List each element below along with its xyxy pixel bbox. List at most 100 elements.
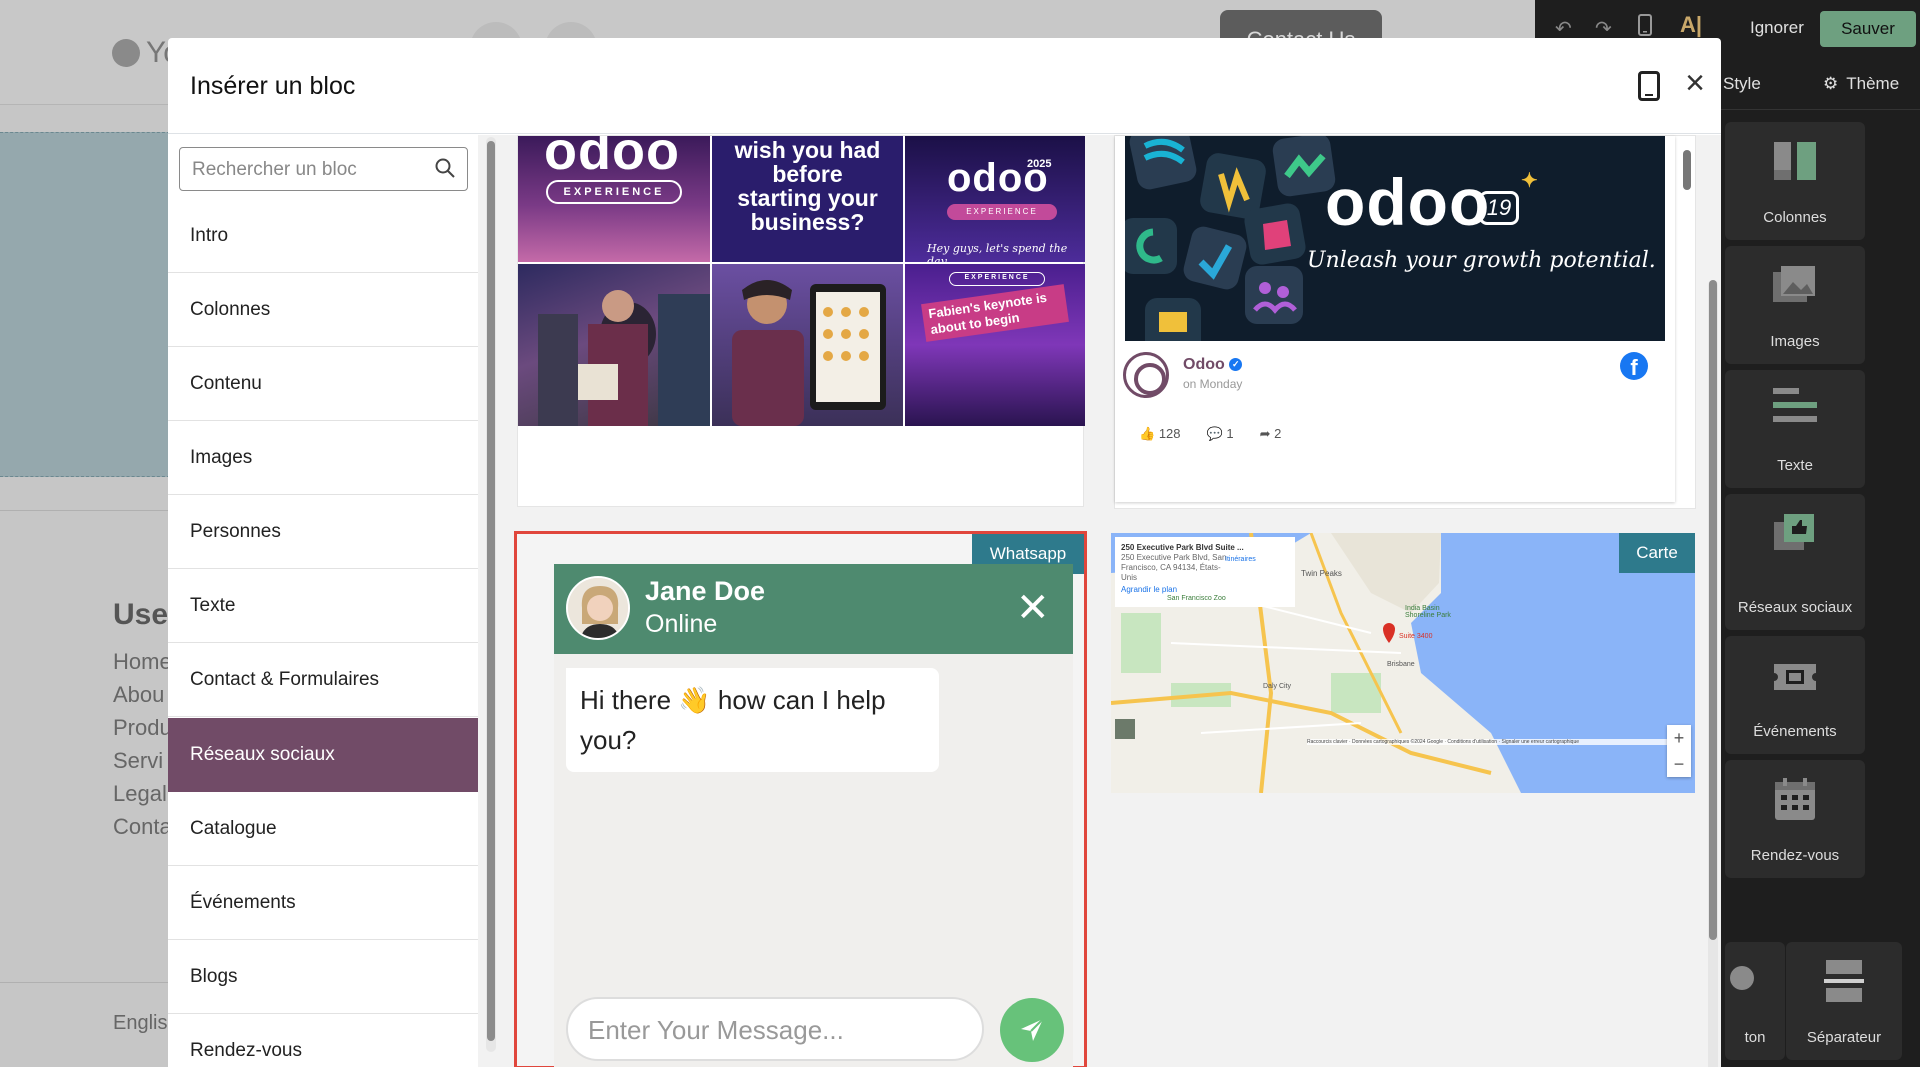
gear-icon: ⚙ xyxy=(1823,74,1839,93)
social-icon xyxy=(1774,512,1816,558)
website-divider xyxy=(0,510,170,511)
post-stats: 👍 128 💬 1 ➦ 2 xyxy=(1139,426,1282,441)
facebook-icon: f xyxy=(1620,352,1648,380)
instagram-photo xyxy=(518,264,710,426)
block-separateur[interactable]: Séparateur xyxy=(1786,942,1902,1060)
experience-badge: EXPERIENCE xyxy=(949,272,1045,286)
send-button[interactable] xyxy=(1000,998,1064,1062)
logo-mark-icon xyxy=(112,39,140,67)
modal-header: Insérer un bloc × xyxy=(168,38,1721,134)
like-icon: 👍 xyxy=(1139,426,1156,441)
instagram-tile: odoo EXPERIENCE xyxy=(518,136,710,262)
odoo-logo: odoo xyxy=(544,136,680,181)
close-icon[interactable]: × xyxy=(1678,66,1712,102)
category-evenements[interactable]: Événements xyxy=(168,866,478,940)
facebook-snippet-preview[interactable]: odoo 19 ✦ Unleash your growth potential.… xyxy=(1114,135,1696,509)
category-catalogue[interactable]: Catalogue xyxy=(168,792,478,866)
scrollbar-thumb[interactable] xyxy=(1683,150,1691,190)
sidebar-scrollbar[interactable] xyxy=(486,137,496,1052)
block-rendez-vous[interactable]: Rendez-vous xyxy=(1725,760,1865,878)
map-label: Carte xyxy=(1619,533,1695,573)
banner-tagline: Unleash your growth potential. xyxy=(1307,248,1656,273)
map-snippet-preview[interactable]: 250 Executive Park Blvd Suite ... 250 Ex… xyxy=(1111,533,1695,793)
version-badge: 19 xyxy=(1479,191,1519,225)
footer-link: Servi xyxy=(113,748,164,773)
ignore-button[interactable]: Ignorer xyxy=(1750,18,1804,38)
share-icon: ➦ xyxy=(1259,426,1271,441)
tab-style[interactable]: Style xyxy=(1723,74,1761,94)
language-selector: Englis xyxy=(113,1012,168,1034)
search-input[interactable] xyxy=(192,158,432,182)
category-colonnes[interactable]: Colonnes xyxy=(168,273,478,347)
zoom-out-button[interactable]: − xyxy=(1667,751,1691,777)
enlarge-map-link[interactable]: Agrandir le plan xyxy=(1121,585,1289,595)
mobile-view-icon[interactable] xyxy=(1638,71,1660,101)
ai-icon[interactable]: A| xyxy=(1680,12,1702,38)
website-hero xyxy=(0,132,170,477)
odoo-avatar xyxy=(1123,352,1169,398)
chat-header: Jane Doe Online ✕ xyxy=(554,564,1073,654)
verified-icon: ✓ xyxy=(1229,358,1243,372)
instagram-photo xyxy=(712,264,903,426)
experience-badge: EXPERIENCE xyxy=(947,204,1057,220)
category-contact-formulaires[interactable]: Contact & Formulaires xyxy=(168,643,478,717)
category-intro[interactable]: Intro xyxy=(168,199,478,273)
ticket-icon xyxy=(1774,664,1816,694)
save-button[interactable]: Sauver xyxy=(1820,11,1916,47)
footer-links: Home Abou Produ Servi Legal Conta xyxy=(113,645,172,843)
calendar-icon xyxy=(1775,778,1815,824)
zoom-in-button[interactable]: + xyxy=(1667,725,1691,751)
footer-link: Abou xyxy=(113,682,165,707)
separator-icon xyxy=(1824,960,1864,1006)
category-reseaux-sociaux[interactable]: Réseaux sociaux xyxy=(168,718,478,792)
category-images[interactable]: Images xyxy=(168,421,478,495)
message-field xyxy=(566,997,984,1061)
columns-icon xyxy=(1774,140,1816,186)
experience-badge: EXPERIENCE xyxy=(546,180,682,204)
message-input[interactable] xyxy=(588,1015,968,1045)
chat-message: Hi there 👋 how can I help you? xyxy=(566,668,939,772)
category-contenu[interactable]: Contenu xyxy=(168,347,478,421)
category-texte[interactable]: Texte xyxy=(168,569,478,643)
block-reseaux-sociaux[interactable]: Réseaux sociaux xyxy=(1725,494,1865,630)
directions-link[interactable]: Itinéraires xyxy=(1225,555,1256,565)
category-personnes[interactable]: Personnes xyxy=(168,495,478,569)
odoo-logo: odoo xyxy=(1325,165,1491,239)
facebook-scrollbar[interactable] xyxy=(1682,140,1692,494)
scrollbar-thumb[interactable] xyxy=(487,141,495,1041)
block-texte[interactable]: Texte xyxy=(1725,370,1865,488)
preview-scrollbar[interactable] xyxy=(1708,280,1718,1067)
block-bouton[interactable]: ton xyxy=(1725,942,1785,1060)
zoom-controls[interactable]: + − xyxy=(1667,725,1691,777)
category-blogs[interactable]: Blogs xyxy=(168,940,478,1014)
close-icon[interactable]: ✕ xyxy=(1016,588,1050,628)
contact-status: Online xyxy=(645,610,718,638)
instagram-tile: 2025 odoo EXPERIENCE Hey guys, let's spe… xyxy=(905,136,1085,262)
instagram-snippet-preview[interactable]: odoo EXPERIENCE wish you had before star… xyxy=(517,135,1085,507)
tab-theme[interactable]: ⚙ Thème xyxy=(1823,74,1899,94)
facebook-banner: odoo 19 ✦ Unleash your growth potential. xyxy=(1125,136,1665,341)
category-rendez-vous[interactable]: Rendez-vous xyxy=(168,1014,478,1067)
sparkle-icon: ✦ xyxy=(1521,170,1538,192)
button-icon xyxy=(1730,960,1760,1006)
whatsapp-snippet-preview[interactable]: Whatsapp Jane Doe Online ✕ Hi there 👋 ho… xyxy=(514,531,1087,1067)
modal-body: Intro Colonnes Contenu Images Personnes … xyxy=(168,135,1721,1067)
insert-block-modal: Insérer un bloc × Intro Colonnes Contenu… xyxy=(168,38,1721,1067)
odoo-logo: odoo xyxy=(947,156,1049,200)
comment-icon: 💬 xyxy=(1206,426,1223,441)
search-icon[interactable] xyxy=(435,158,455,178)
avatar xyxy=(566,576,630,640)
block-colonnes[interactable]: Colonnes xyxy=(1725,122,1865,240)
images-icon xyxy=(1773,264,1817,310)
footer-link: Home xyxy=(113,649,172,674)
text-icon xyxy=(1773,388,1817,426)
facebook-post-card: odoo 19 ✦ Unleash your growth potential.… xyxy=(1115,136,1675,502)
instagram-photo: EXPERIENCE Fabien's keynote is about to … xyxy=(905,264,1085,426)
footer-link: Produ xyxy=(113,715,172,740)
footer-link: Legal xyxy=(113,781,167,806)
instagram-tile: wish you had before starting your busine… xyxy=(712,136,903,262)
block-images[interactable]: Images xyxy=(1725,246,1865,364)
scrollbar-thumb[interactable] xyxy=(1709,280,1717,940)
website-divider xyxy=(0,982,170,983)
block-evenements[interactable]: Événements xyxy=(1725,636,1865,754)
